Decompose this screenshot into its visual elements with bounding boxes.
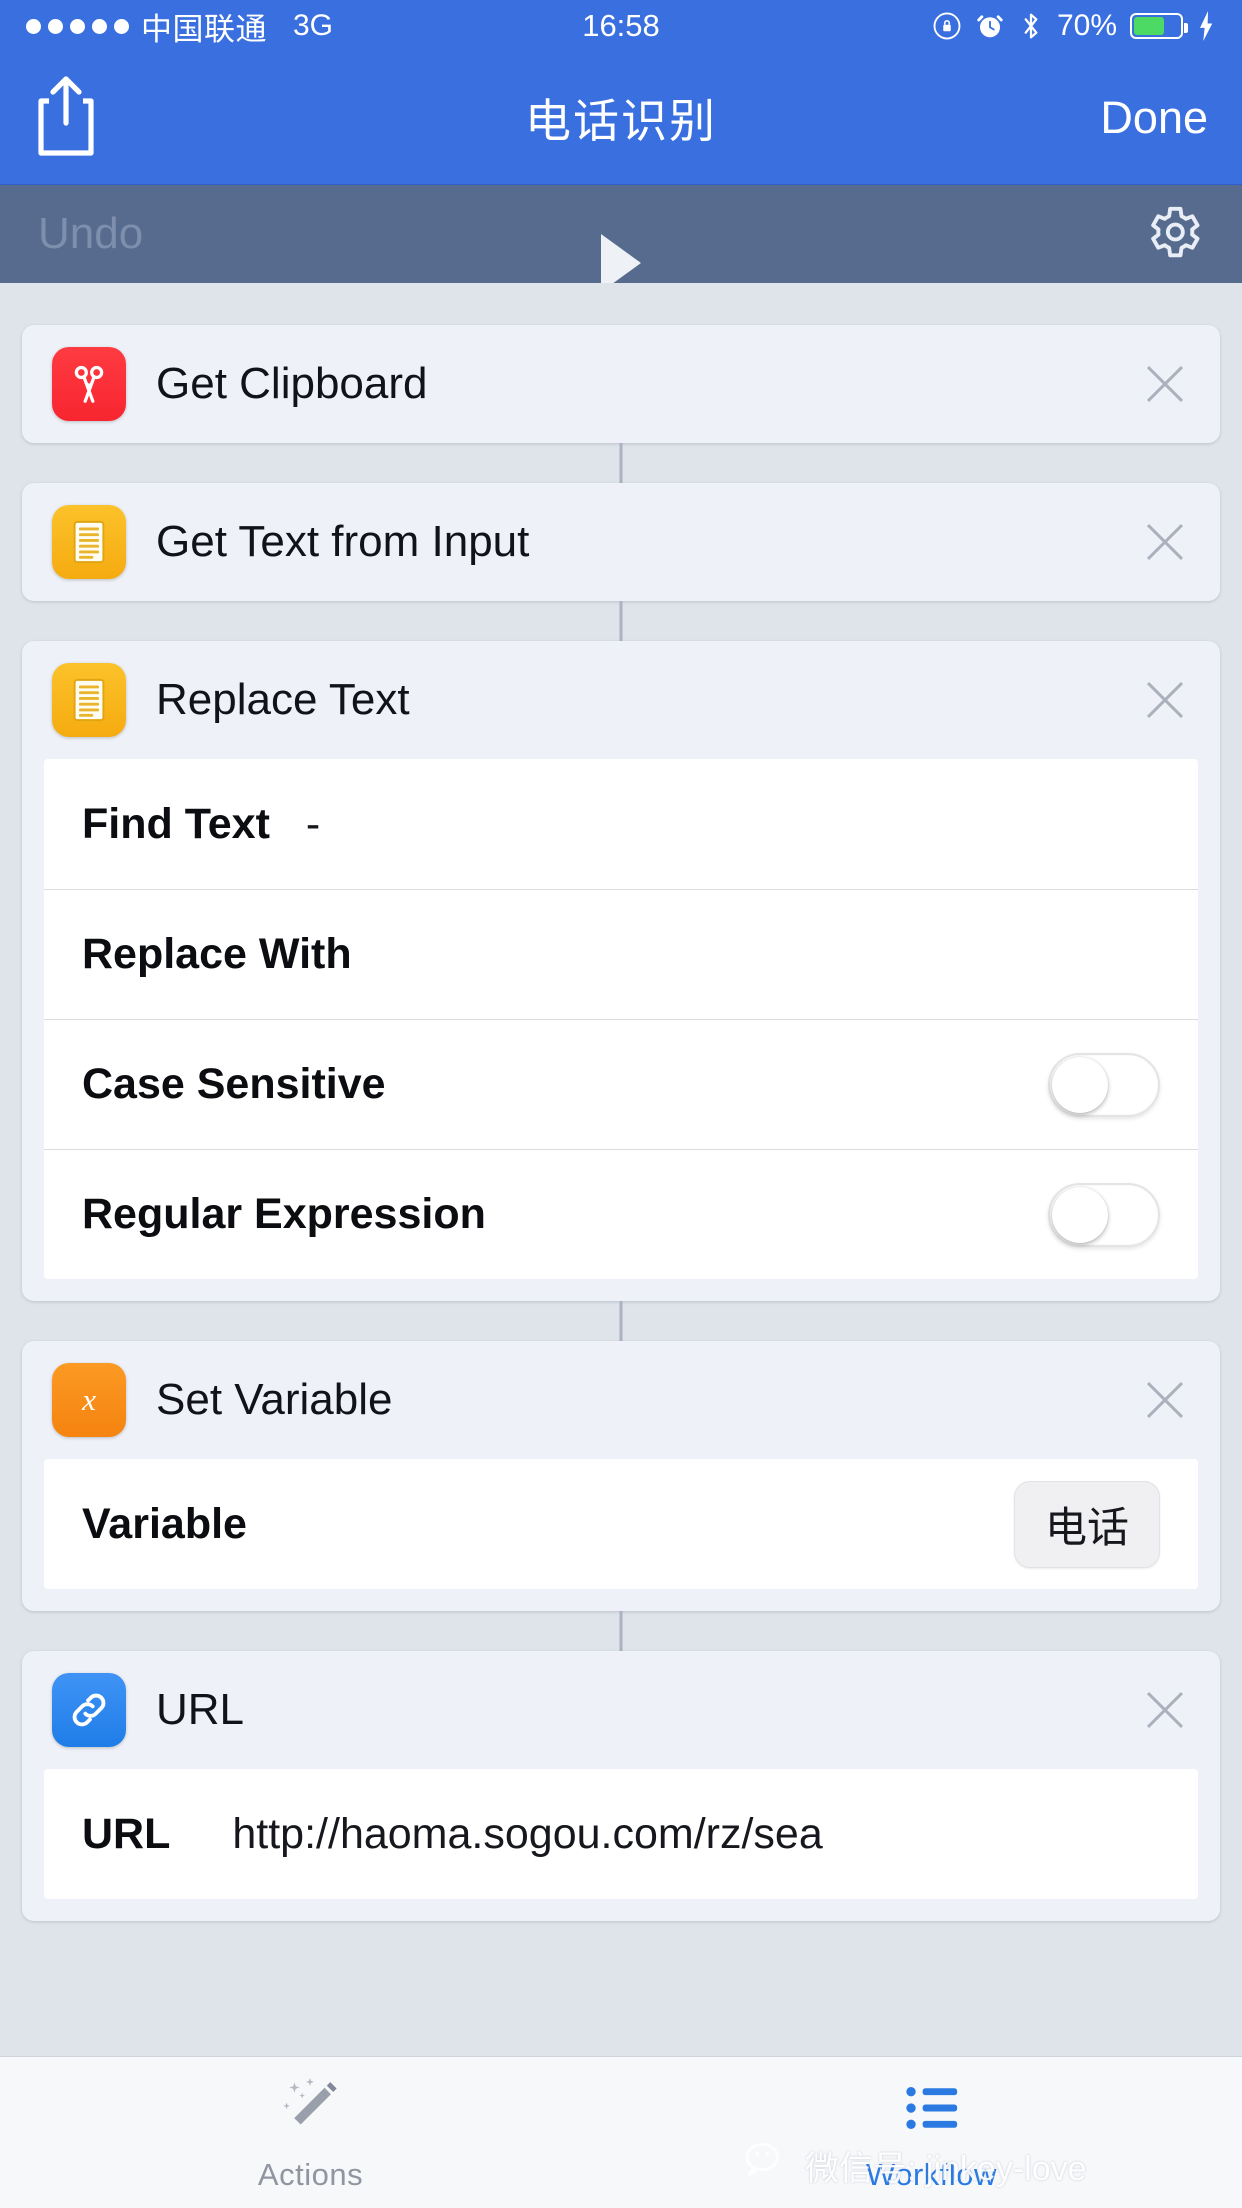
close-icon[interactable] — [1140, 675, 1190, 725]
signal-strength-dots — [26, 19, 129, 34]
param-row-url[interactable]: URL http://haoma.sogou.com/rz/sea — [44, 1769, 1198, 1899]
action-card-wrapper: Replace Text Find Text - Replace With Ca… — [0, 641, 1242, 1301]
action-connector — [0, 601, 1242, 641]
svg-text:x: x — [81, 1382, 96, 1417]
text-document-icon — [52, 505, 126, 579]
magic-wand-icon — [274, 2072, 348, 2151]
text-document-icon — [52, 663, 126, 737]
tab-actions[interactable]: Actions — [0, 2057, 621, 2208]
action-card-wrapper: Get Clipboard — [0, 325, 1242, 443]
network-type-label: 3G — [293, 9, 333, 43]
action-title: URL — [156, 1685, 244, 1735]
action-card-wrapper: x Set Variable Variable 电话 — [0, 1341, 1242, 1611]
done-button[interactable]: Done — [1100, 92, 1208, 144]
battery-percent-label: 70% — [1057, 9, 1117, 43]
battery-icon — [1130, 13, 1183, 39]
action-title: Replace Text — [156, 675, 410, 725]
param-value-url[interactable]: http://haoma.sogou.com/rz/sea — [232, 1810, 822, 1859]
phone-screen: 中国联通 3G 16:58 — [0, 0, 1242, 2208]
action-card-url[interactable]: URL URL http://haoma.sogou.com/rz/sea — [22, 1651, 1220, 1921]
param-label: Find Text — [82, 800, 270, 849]
charging-bolt-icon — [1196, 11, 1216, 41]
link-icon — [52, 1673, 126, 1747]
alarm-clock-icon — [975, 11, 1005, 41]
param-label: Regular Expression — [82, 1190, 486, 1239]
scissors-icon — [52, 347, 126, 421]
param-row-case-sensitive[interactable]: Case Sensitive — [44, 1019, 1198, 1149]
regular-expression-toggle[interactable] — [1048, 1183, 1160, 1247]
gear-icon — [1142, 250, 1204, 267]
tab-workflow[interactable]: Workflow — [621, 2057, 1242, 2208]
variable-x-icon: x — [52, 1363, 126, 1437]
undo-button[interactable]: Undo — [38, 209, 143, 259]
action-connector — [0, 1611, 1242, 1651]
action-card-header[interactable]: x Set Variable — [22, 1341, 1220, 1459]
action-card-get-clipboard[interactable]: Get Clipboard — [22, 325, 1220, 443]
close-icon[interactable] — [1140, 1375, 1190, 1425]
param-label: Replace With — [82, 930, 352, 979]
action-card-wrapper: URL URL http://haoma.sogou.com/rz/sea — [0, 1651, 1242, 1921]
action-card-wrapper: Get Text from Input — [0, 483, 1242, 601]
status-bar-left: 中国联通 3G — [26, 4, 333, 49]
param-row-find-text[interactable]: Find Text - — [44, 759, 1198, 889]
param-row-variable[interactable]: Variable 电话 — [44, 1459, 1198, 1589]
tab-label: Actions — [258, 2157, 363, 2193]
rotation-lock-icon — [932, 11, 962, 41]
action-connector — [0, 1301, 1242, 1341]
param-label: URL — [82, 1810, 170, 1859]
action-title: Get Clipboard — [156, 359, 427, 409]
share-icon[interactable] — [34, 74, 98, 163]
workflow-toolbar: Undo — [0, 185, 1242, 283]
action-parameters: Variable 电话 — [44, 1459, 1198, 1589]
param-value-find-text[interactable]: - — [306, 800, 320, 849]
list-icon — [895, 2072, 969, 2151]
action-card-header[interactable]: URL — [22, 1651, 1220, 1769]
workflow-action-list[interactable]: Get Clipboard — [0, 283, 1242, 2056]
action-parameters: URL http://haoma.sogou.com/rz/sea — [44, 1769, 1198, 1899]
page-title: 电话识别 — [0, 85, 1242, 151]
bottom-tab-bar: Actions Workflow — [0, 2056, 1242, 2208]
close-icon[interactable] — [1140, 359, 1190, 409]
param-label: Case Sensitive — [82, 1060, 386, 1109]
action-card-set-variable[interactable]: x Set Variable Variable 电话 — [22, 1341, 1220, 1611]
param-row-replace-with[interactable]: Replace With — [44, 889, 1198, 1019]
action-title: Get Text from Input — [156, 517, 529, 567]
action-card-replace-text[interactable]: Replace Text Find Text - Replace With Ca… — [22, 641, 1220, 1301]
carrier-label: 中国联通 — [141, 4, 267, 49]
action-card-header[interactable]: Get Text from Input — [22, 483, 1220, 601]
close-icon[interactable] — [1140, 1685, 1190, 1735]
action-card-get-text-from-input[interactable]: Get Text from Input — [22, 483, 1220, 601]
close-icon[interactable] — [1140, 517, 1190, 567]
param-row-regular-expression[interactable]: Regular Expression — [44, 1149, 1198, 1279]
action-card-header[interactable]: Get Clipboard — [22, 325, 1220, 443]
action-parameters: Find Text - Replace With Case Sensitive … — [44, 759, 1198, 1279]
status-bar: 中国联通 3G 16:58 — [0, 0, 1242, 52]
case-sensitive-toggle[interactable] — [1048, 1053, 1160, 1117]
navigation-bar: 电话识别 Done — [0, 52, 1242, 185]
param-label: Variable — [82, 1500, 247, 1549]
status-bar-right: 70% — [932, 9, 1216, 43]
action-connector — [0, 443, 1242, 483]
settings-button[interactable] — [1142, 201, 1204, 268]
action-title: Set Variable — [156, 1375, 392, 1425]
variable-token[interactable]: 电话 — [1014, 1481, 1160, 1568]
bluetooth-icon — [1018, 10, 1044, 42]
tab-label: Workflow — [866, 2157, 997, 2193]
action-card-header[interactable]: Replace Text — [22, 641, 1220, 759]
